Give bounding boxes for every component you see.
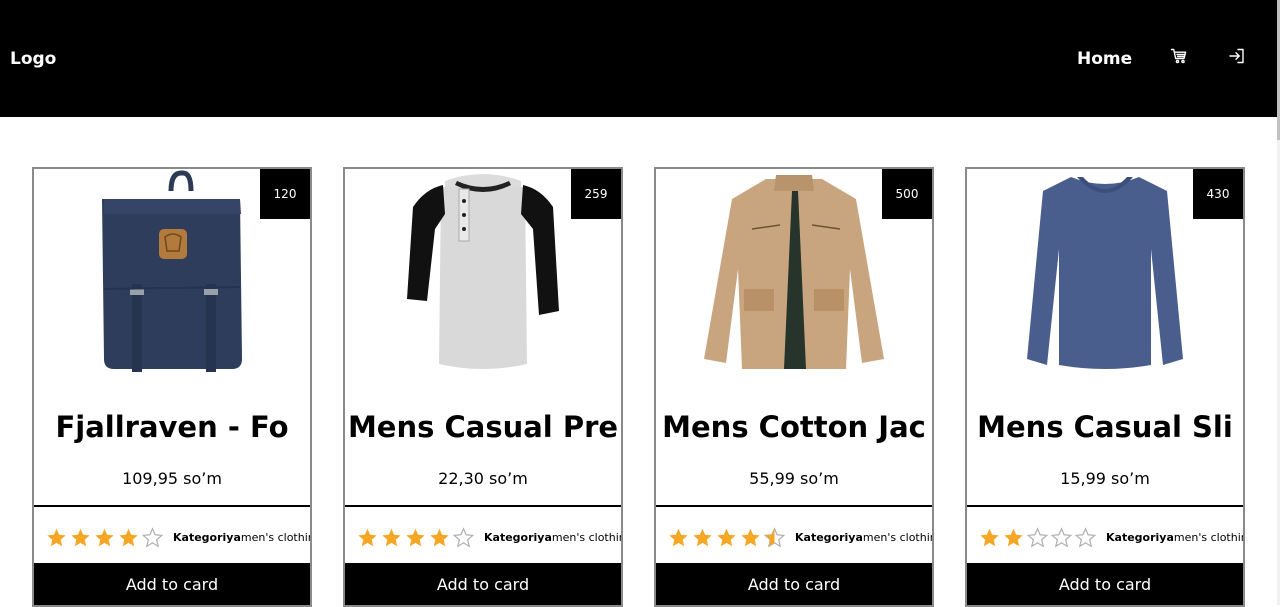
product-card: 259 Mens Casual Pre 22,30 so’m Kategoriy…: [343, 167, 623, 607]
category-value: men's clothing: [862, 530, 932, 544]
star-filled-icon: [693, 528, 712, 546]
star-filled-icon: [119, 528, 138, 546]
star-filled-icon: [980, 528, 999, 546]
category-label: Kategoriya: [173, 530, 241, 544]
card-divider: [345, 505, 621, 507]
add-to-cart-button[interactable]: Add to card: [656, 563, 932, 605]
card-divider: [34, 505, 310, 507]
product-badge: 259: [571, 169, 621, 219]
category-label: Kategoriya: [484, 530, 552, 544]
product-title[interactable]: Mens Casual Sli: [967, 409, 1243, 445]
product-card: 430 Mens Casual Sli 15,99 so’m Kategoriy…: [965, 167, 1245, 607]
card-divider: [656, 505, 932, 507]
star-filled-icon: [741, 528, 760, 546]
star-filled-icon: [1004, 528, 1023, 546]
rating-row: Kategoriyamen's clothing: [979, 526, 1243, 548]
product-category: Kategoriyamen's clothing: [484, 530, 621, 544]
star-filled-icon: [47, 528, 66, 546]
product-price: 109,95 so’m: [122, 469, 222, 488]
product-card: 500 Mens Cotton Jac 55,99 so’m Kategoriy…: [654, 167, 934, 607]
category-value: men's clothing: [240, 530, 310, 544]
card-divider: [967, 505, 1243, 507]
star-filled-icon: [95, 528, 114, 546]
product-badge: 120: [260, 169, 310, 219]
star-filled-icon: [669, 528, 688, 546]
star-empty-icon: [1075, 526, 1096, 548]
rating-row: Kategoriyamen's clothing: [46, 526, 310, 548]
cart-icon[interactable]: [1170, 47, 1188, 65]
product-category: Kategoriyamen's clothing: [1106, 530, 1243, 544]
product-title[interactable]: Mens Casual Pre: [345, 409, 621, 445]
product-category: Kategoriyamen's clothing: [795, 530, 932, 544]
product-title[interactable]: Fjallraven - Fo: [34, 409, 310, 445]
product-badge: 430: [1193, 169, 1243, 219]
product-badge: 500: [882, 169, 932, 219]
category-value: men's clothing: [1173, 530, 1243, 544]
star-filled-icon: [430, 528, 449, 546]
star-empty-icon: [1027, 526, 1048, 548]
star-half-icon: [764, 526, 785, 548]
product-price: 22,30 so’m: [438, 469, 528, 488]
star-filled-icon: [406, 528, 425, 546]
product-price: 55,99 so’m: [749, 469, 839, 488]
category-label: Kategoriya: [1106, 530, 1174, 544]
category-label: Kategoriya: [795, 530, 863, 544]
rating-row: Kategoriyamen's clothing: [668, 526, 932, 548]
star-empty-icon: [453, 526, 474, 548]
nav-home-link[interactable]: Home: [1077, 48, 1132, 70]
product-title[interactable]: Mens Cotton Jac: [656, 409, 932, 445]
logo[interactable]: Logo: [10, 48, 56, 70]
product-card: 120 Fjallraven - Fo 109,95 so’m Kategori…: [32, 167, 312, 607]
star-filled-icon: [358, 528, 377, 546]
add-to-cart-button[interactable]: Add to card: [345, 563, 621, 605]
add-to-cart-button[interactable]: Add to card: [34, 563, 310, 605]
star-empty-icon: [1051, 526, 1072, 548]
login-icon[interactable]: [1228, 47, 1246, 65]
top-navbar: Logo Home: [0, 0, 1277, 117]
star-filled-icon: [382, 528, 401, 546]
rating-row: Kategoriyamen's clothing: [357, 526, 621, 548]
category-value: men's clothing: [551, 530, 621, 544]
star-empty-icon: [142, 526, 163, 548]
product-category: Kategoriyamen's clothing: [173, 530, 310, 544]
star-filled-icon: [71, 528, 90, 546]
add-to-cart-button[interactable]: Add to card: [967, 563, 1243, 605]
star-filled-icon: [717, 528, 736, 546]
product-price: 15,99 so’m: [1060, 469, 1150, 488]
